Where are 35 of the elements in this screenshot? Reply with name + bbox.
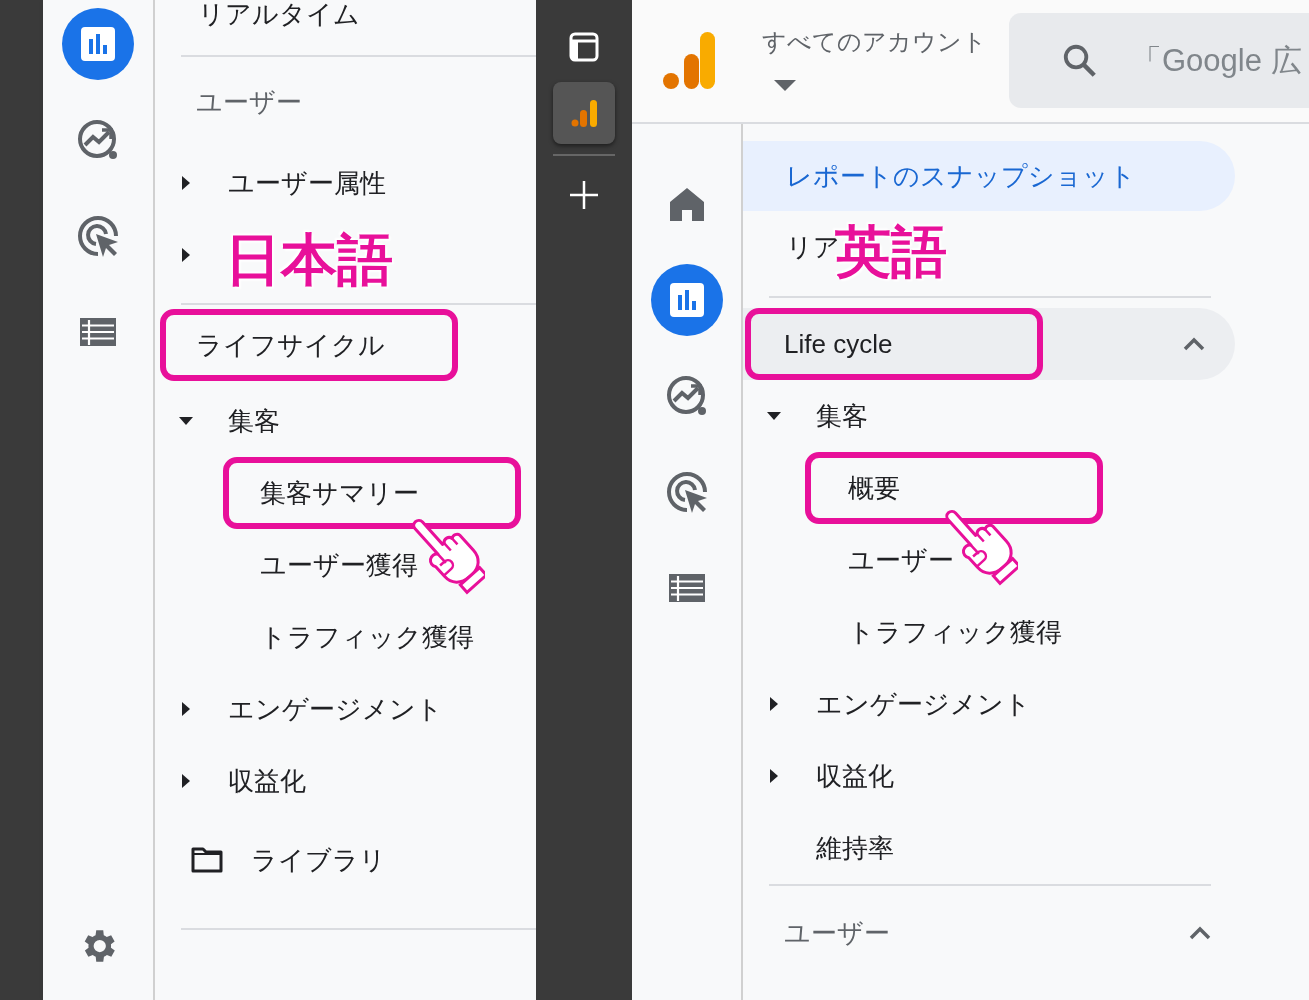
nav-item[interactable]: エンゲージメント <box>816 686 1031 722</box>
nav-item[interactable]: 集客サマリー <box>223 457 521 529</box>
annotation-label: 英語 <box>835 219 947 285</box>
section-heading[interactable]: Life cycle <box>745 308 1043 380</box>
nav-item[interactable]: 維持率 <box>816 830 894 866</box>
selected-nav-item[interactable]: レポートのスナップショット <box>743 141 1235 211</box>
nav-item[interactable]: リアルタイム <box>198 0 360 32</box>
nav-item[interactable]: 収益化 <box>816 758 894 794</box>
search-field[interactable]: 「Google 広 <box>1131 42 1301 79</box>
folder-icon[interactable] <box>191 847 223 873</box>
section-heading[interactable]: ライフサイクル <box>160 309 458 381</box>
add-icon[interactable] <box>569 180 599 210</box>
nav-item[interactable]: 収益化 <box>228 763 306 799</box>
selected-app-tile[interactable] <box>553 82 615 144</box>
nav-item[interactable]: ユーザー属性 <box>228 165 386 201</box>
nav-item[interactable]: トラフィック獲得 <box>848 614 1062 650</box>
nav-item[interactable]: エンゲージメント <box>228 691 443 727</box>
account-name[interactable]: すべてのアカウント <box>762 26 987 58</box>
annotation-label: 日本語 <box>225 227 393 293</box>
section-heading[interactable]: ユーザー <box>784 915 890 951</box>
nav-item[interactable]: ユーザー <box>848 542 954 578</box>
nav-item[interactable]: 概要 <box>805 452 1103 524</box>
chevron-up-icon[interactable] <box>1183 337 1205 351</box>
section-heading[interactable]: ユーザー <box>196 84 302 120</box>
window-icon[interactable] <box>569 32 599 62</box>
search-bar[interactable]: 「Google 広 <box>1009 13 1309 108</box>
nav-item[interactable]: 集客 <box>228 403 280 439</box>
bar-chart-logo-icon[interactable] <box>569 98 599 128</box>
dropdown-caret-icon[interactable] <box>774 80 796 92</box>
analytics-logo-icon[interactable] <box>662 32 716 90</box>
nav-item[interactable]: ライブラリ <box>251 842 386 878</box>
chevron-up-icon[interactable] <box>1189 926 1211 940</box>
nav-item[interactable]: 集客 <box>816 398 868 434</box>
nav-item[interactable]: ユーザー獲得 <box>260 547 418 583</box>
nav-item[interactable]: トラフィック獲得 <box>260 619 474 655</box>
